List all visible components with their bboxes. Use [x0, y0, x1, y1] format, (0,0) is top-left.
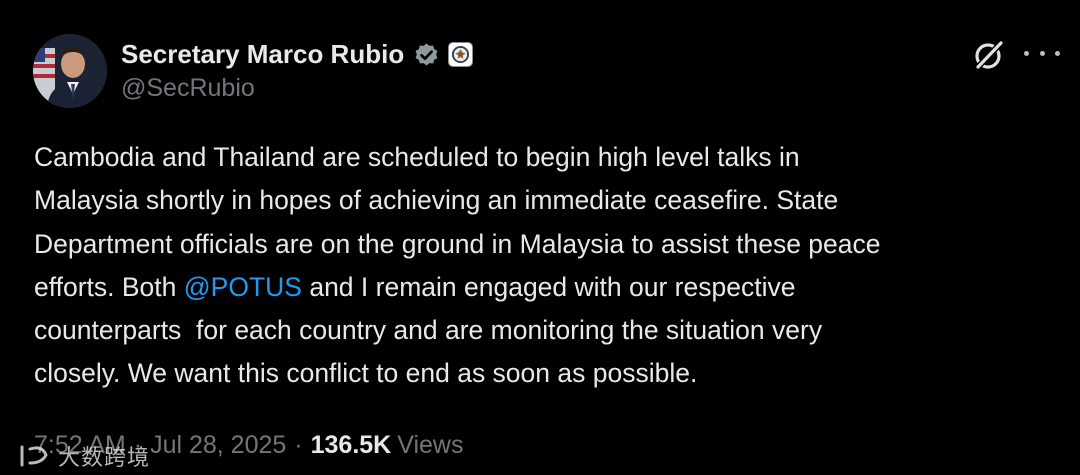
- tweet-text-segment: efforts. Both: [34, 271, 184, 302]
- more-dot-icon: [1039, 50, 1045, 56]
- tweet-text: Cambodia and Thailand are scheduled to b…: [34, 136, 1064, 396]
- state-department-seal-icon[interactable]: [448, 41, 474, 67]
- watermark-logo-icon: [20, 445, 48, 467]
- more-dot-icon: [1024, 50, 1029, 56]
- watermark-text: 大数跨境: [58, 445, 151, 470]
- tweet-line: Malaysia shortly in hopes of achieving a…: [34, 185, 839, 216]
- author-display-name[interactable]: Secretary Marco Rubio: [121, 39, 404, 70]
- mention-link-potus[interactable]: @POTUS: [184, 272, 302, 302]
- meta-separator: ·: [294, 430, 303, 459]
- author-handle[interactable]: @SecRubio: [121, 74, 255, 103]
- avatar-image: [33, 34, 107, 108]
- tweet-line-with-mention: efforts. Both @POTUS and I remain engage…: [34, 266, 1064, 309]
- more-dot-icon: [1055, 50, 1060, 56]
- tweet-line: closely. We want this conflict to end as…: [34, 358, 698, 389]
- more-options-icon[interactable]: [1024, 38, 1060, 68]
- tweet-line: counterparts for each country and are mo…: [34, 315, 823, 346]
- tweet-date[interactable]: Jul 28, 2025: [150, 431, 286, 460]
- grok-icon[interactable]: [972, 38, 1006, 72]
- author-name-row: Secretary Marco Rubio: [121, 38, 474, 70]
- tweet-line: Department officials are on the ground i…: [34, 228, 881, 259]
- views-label: Views: [397, 430, 464, 459]
- verified-badge-icon[interactable]: [413, 41, 440, 68]
- tweet-line: Cambodia and Thailand are scheduled to b…: [34, 142, 800, 172]
- watermark: 大数跨境: [18, 440, 150, 472]
- tweet-text-segment: and I remain engaged with our respective: [301, 271, 796, 302]
- tweet-card: Secretary Marco Rubio @SecRubio Cambodia…: [0, 0, 1080, 475]
- avatar[interactable]: [33, 34, 107, 108]
- views-count: 136.5K: [310, 430, 392, 459]
